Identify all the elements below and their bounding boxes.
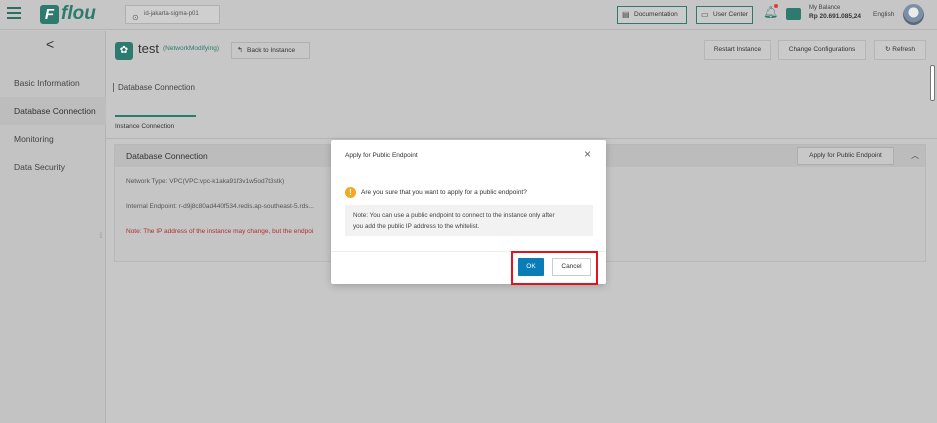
scrollbar-thumb[interactable] <box>930 65 935 101</box>
restart-instance-button[interactable]: Restart Instance <box>704 40 771 60</box>
top-bar: F flou ⊙ id-jakarta-sigma-p01 ▤ Document… <box>0 0 937 30</box>
section-title: Database Connection <box>113 83 195 92</box>
location-pin-icon: ⊙ <box>132 13 139 22</box>
sidebar-item-basic-information[interactable]: Basic Information <box>0 69 106 97</box>
dialog-note: Note: You can use a public endpoint to c… <box>345 205 593 236</box>
network-type-row: Network Type: VPC(VPC:vpc-k1aka91f3v1w5o… <box>126 178 285 185</box>
balance-label: My Balance <box>809 5 841 11</box>
refresh-icon: ↻ <box>884 46 891 53</box>
back-arrow-icon: ↰ <box>237 47 243 54</box>
sidebar-item-monitoring[interactable]: Monitoring <box>0 125 106 153</box>
instance-status-tag: (NetworkModifying) <box>163 45 219 52</box>
collapse-sidebar-icon[interactable]: < <box>46 36 54 52</box>
sidebar-drag-handle-icon[interactable]: ⁞ <box>100 233 102 240</box>
apply-public-endpoint-button[interactable]: Apply for Public Endpoint <box>797 147 894 165</box>
hamburger-menu-icon[interactable] <box>7 7 21 19</box>
back-to-instance-button[interactable]: ↰ Back to Instance <box>231 42 310 59</box>
notification-dot <box>774 4 778 8</box>
user-center-label: User Center <box>713 11 749 18</box>
instance-icon: ✿ <box>115 42 133 60</box>
brand-logo-icon: F <box>40 5 59 24</box>
dialog-note-line-1: Note: You can use a public endpoint to c… <box>353 212 555 219</box>
balance-value: Rp 20.691.085,24 <box>809 13 862 20</box>
refresh-button[interactable]: ↻ Refresh <box>874 40 926 60</box>
region-selector[interactable]: ⊙ id-jakarta-sigma-p01 <box>125 5 220 24</box>
instance-name: test <box>138 41 159 56</box>
change-configurations-button[interactable]: Change Configurations <box>778 40 866 60</box>
document-icon: ▤ <box>622 10 630 19</box>
user-icon: ▭ <box>701 10 709 19</box>
region-label: id-jakarta-sigma-p01 <box>144 11 199 17</box>
close-icon[interactable]: × <box>584 148 591 160</box>
sidebar-item-data-security[interactable]: Data Security <box>0 153 106 181</box>
documentation-label: Documentation <box>634 11 678 18</box>
user-center-button[interactable]: ▭ User Center <box>696 6 753 24</box>
brand-name: flou <box>61 3 96 24</box>
dialog-note-line-2: you add the public IP address to the whi… <box>353 223 480 230</box>
warning-icon: ! <box>345 187 356 198</box>
language-selector[interactable]: English <box>873 11 894 18</box>
wallet-icon[interactable] <box>786 8 801 20</box>
chevron-up-icon[interactable]: ︿ <box>911 150 919 161</box>
back-label: Back to Instance <box>247 47 296 54</box>
sidebar-item-database-connection[interactable]: Database Connection <box>0 97 106 125</box>
highlight-box <box>511 251 598 285</box>
internal-endpoint-row: Internal Endpoint: r-d9j8c80ad440f534.re… <box>126 203 314 210</box>
sidebar: < Basic Information Database Connection … <box>0 31 106 423</box>
panel-title: Database Connection <box>126 151 208 161</box>
ip-change-note: Note: The IP address of the instance may… <box>126 228 314 235</box>
dialog-question: Are you sure that you want to apply for … <box>361 189 527 196</box>
dialog-title: Apply for Public Endpoint <box>345 152 418 159</box>
tab-divider <box>106 138 937 139</box>
avatar[interactable] <box>903 4 924 25</box>
documentation-button[interactable]: ▤ Documentation <box>617 6 687 24</box>
refresh-label: Refresh <box>892 46 916 53</box>
tab-instance-connection[interactable]: Instance Connection <box>115 115 196 130</box>
